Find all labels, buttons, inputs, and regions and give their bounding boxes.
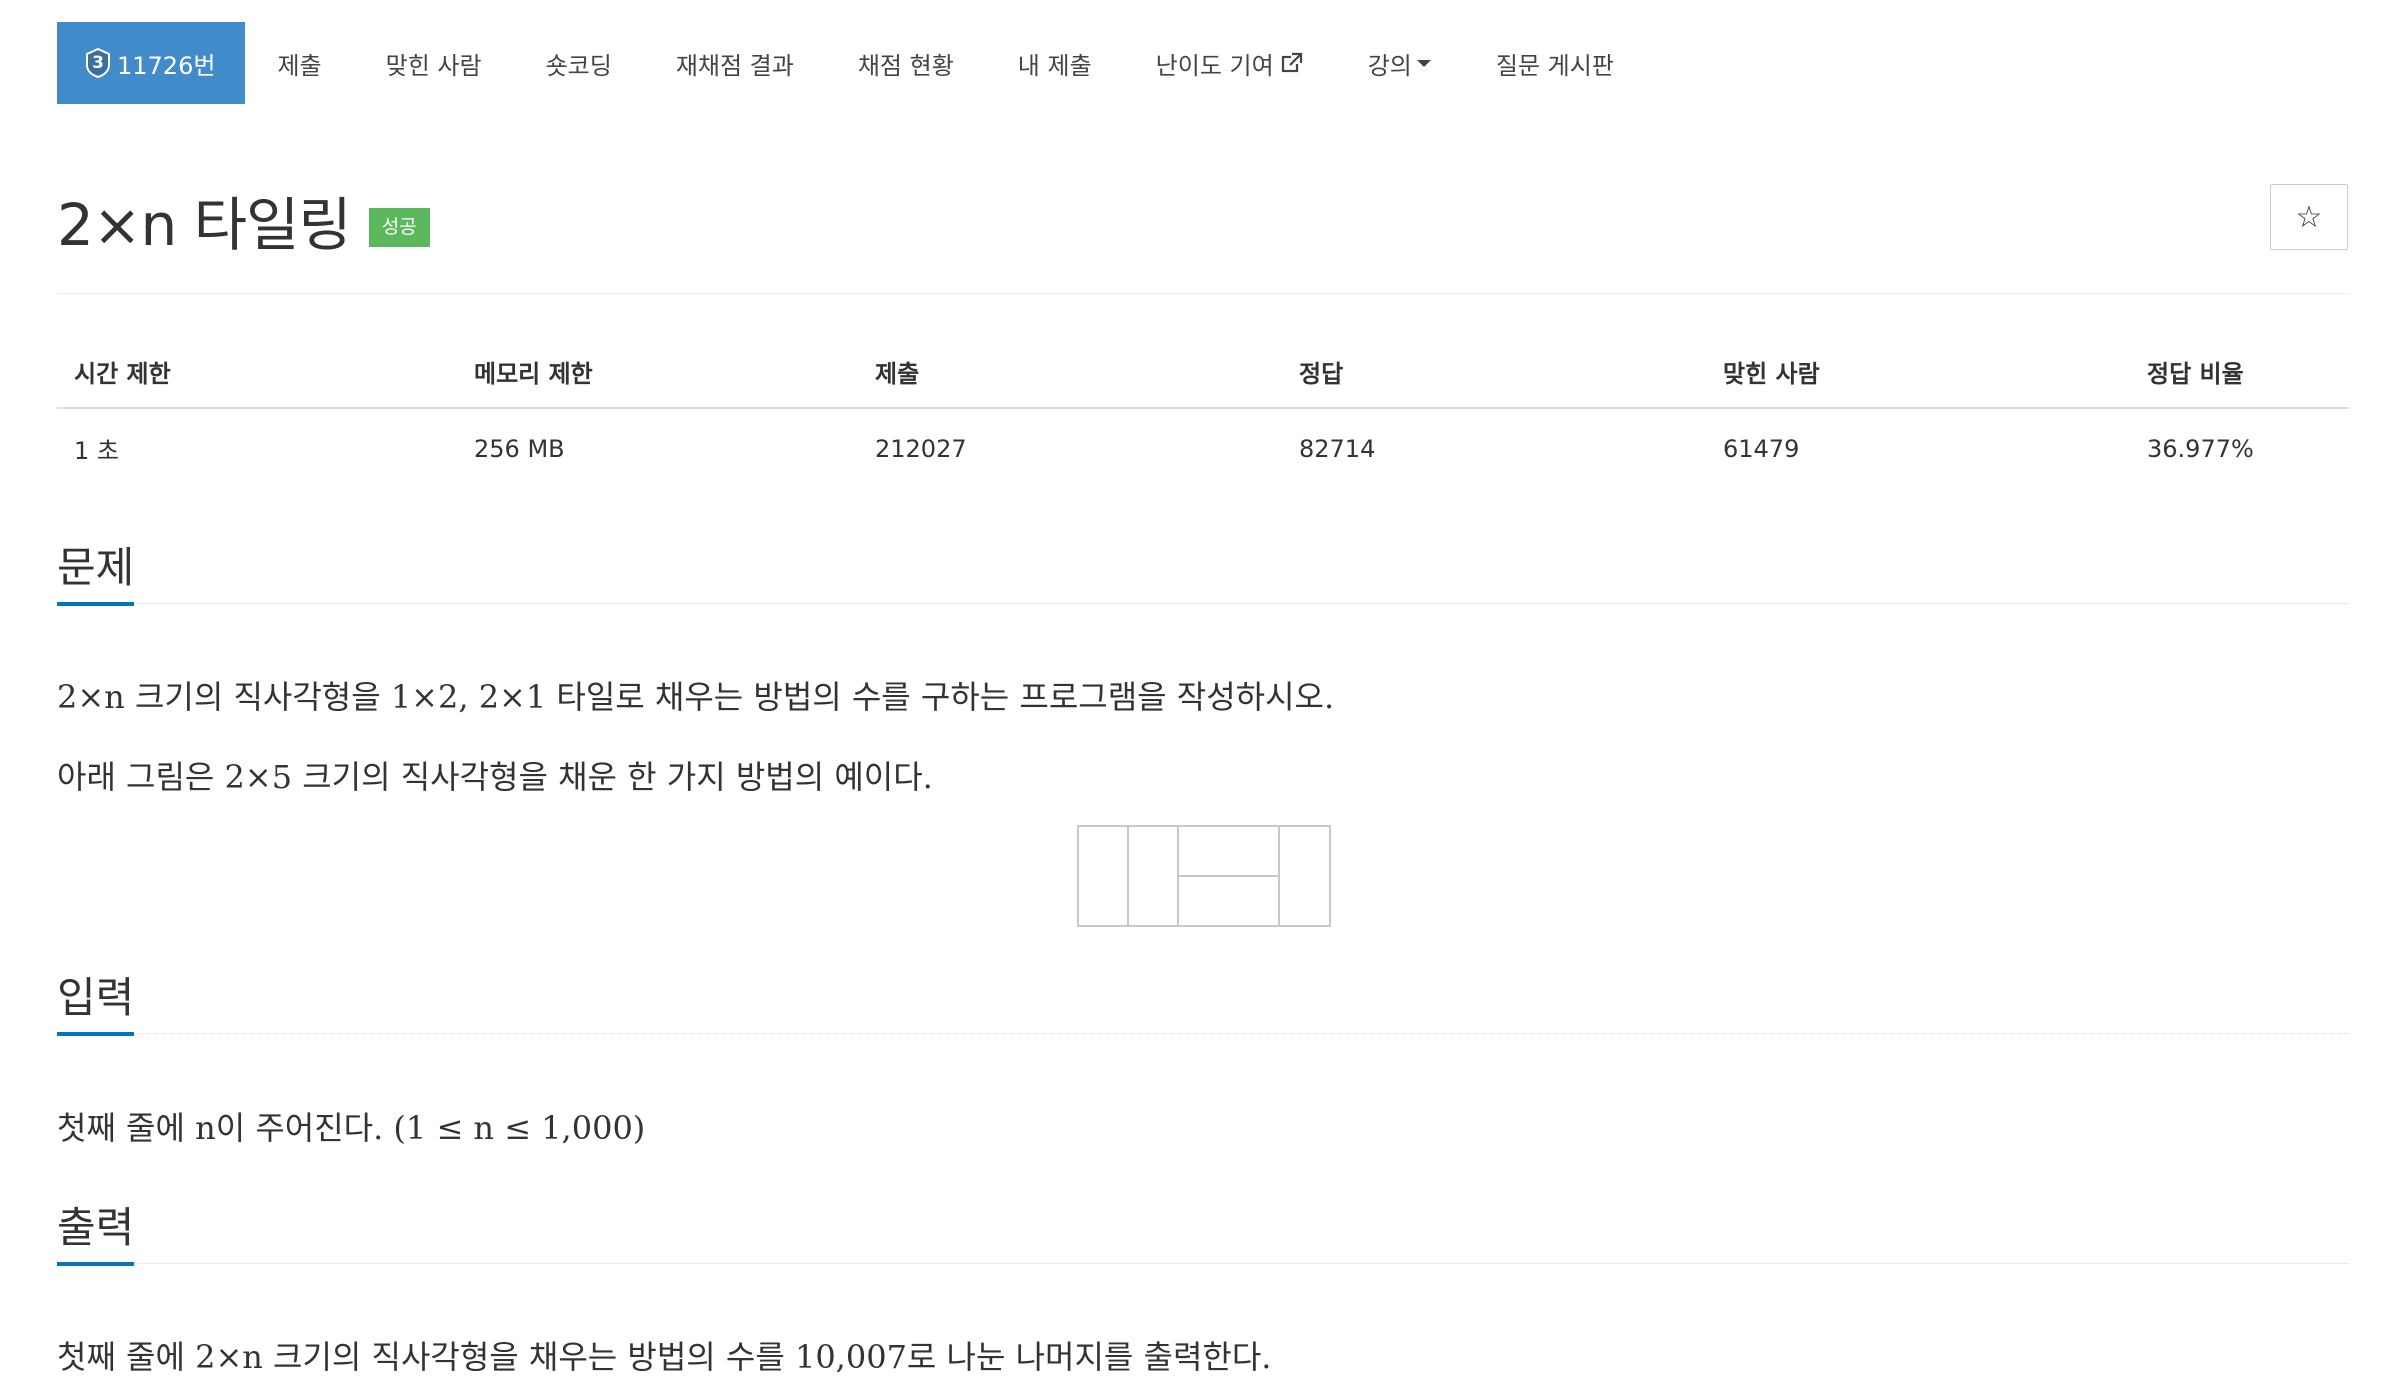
tab-difficulty-label: 난이도 기여 — [1155, 51, 1274, 80]
title-divider — [57, 293, 2349, 294]
heading-accent-bar — [57, 602, 134, 606]
tab-lectures-dropdown[interactable]: 강의 — [1336, 22, 1464, 104]
value-time-limit: 1 초 — [74, 437, 119, 465]
description-heading-text: 문제 — [57, 543, 135, 592]
star-icon: ☆ — [2295, 200, 2323, 234]
value-accepted: 82714 — [1299, 434, 1376, 463]
heading-accent-bar — [57, 1032, 134, 1036]
heading-divider — [57, 1263, 2349, 1264]
star-button[interactable]: ☆ — [2270, 184, 2348, 250]
caret-down-icon — [1416, 57, 1432, 69]
tab-lectures-label: 강의 — [1367, 51, 1412, 80]
value-submissions: 212027 — [875, 434, 967, 463]
heading-divider — [57, 603, 2349, 604]
heading-accent-bar — [57, 1262, 134, 1266]
tab-submit[interactable]: 제출 — [245, 22, 353, 104]
tab-shortcoding[interactable]: 숏코딩 — [514, 22, 644, 104]
problem-menu: 3 11726번 제출 맞힌 사람 숏코딩 재채점 결과 채점 현황 내 제출 … — [57, 22, 1646, 104]
problem-title-row: 2×n 타일링 성공 — [57, 178, 430, 262]
tab-solvers[interactable]: 맞힌 사람 — [354, 22, 514, 104]
external-link-icon — [1280, 51, 1304, 75]
table-row: 1 초 256 MB 212027 82714 61479 36.977% — [57, 408, 2349, 488]
heading-divider — [57, 1033, 2349, 1034]
tier-badge-icon: 3 — [85, 48, 111, 78]
description-line-1: 2×n 크기의 직사각형을 1×2, 2×1 타일로 채우는 방법의 수를 구하… — [57, 678, 1335, 716]
input-description: 첫째 줄에 n이 주어진다. (1 ≤ n ≤ 1,000) — [57, 1109, 646, 1147]
description-line-2: 아래 그림은 2×5 크기의 직사각형을 채운 한 가지 방법의 예이다. — [57, 758, 933, 796]
input-heading: 입력 — [57, 970, 2349, 1036]
tab-difficulty-contribution[interactable]: 난이도 기여 — [1124, 22, 1336, 104]
page-title: 2×n 타일링 — [57, 191, 352, 259]
value-solvers: 61479 — [1723, 434, 1800, 463]
header-time-limit: 시간 제한 — [57, 340, 457, 409]
table-header-row: 시간 제한 메모리 제한 제출 정답 맞힌 사람 정답 비율 — [57, 340, 2349, 409]
tab-rejudge-result[interactable]: 재채점 결과 — [644, 22, 826, 104]
description-heading: 문제 — [57, 540, 2349, 606]
tiling-example-image — [1077, 825, 1331, 927]
input-heading-text: 입력 — [57, 973, 135, 1022]
problem-info-table: 시간 제한 메모리 제한 제출 정답 맞힌 사람 정답 비율 1 초 256 M… — [57, 340, 2349, 488]
output-heading-text: 출력 — [57, 1203, 135, 1252]
tab-judge-status[interactable]: 채점 현황 — [826, 22, 986, 104]
value-memory-limit: 256 MB — [474, 434, 565, 463]
header-submissions: 제출 — [858, 340, 1282, 409]
value-accept-ratio: 36.977% — [2147, 434, 2254, 463]
header-solvers: 맞힌 사람 — [1706, 340, 2130, 409]
output-description: 첫째 줄에 2×n 크기의 직사각형을 채우는 방법의 수를 10,007로 나… — [57, 1338, 1272, 1376]
tab-problem-label: 11726번 — [117, 51, 216, 80]
header-accept-ratio: 정답 비율 — [2130, 340, 2349, 409]
header-accepted: 정답 — [1282, 340, 1706, 409]
status-badge: 성공 — [368, 207, 430, 247]
tab-my-submissions[interactable]: 내 제출 — [986, 22, 1124, 104]
tab-question-board[interactable]: 질문 게시판 — [1464, 22, 1646, 104]
header-memory-limit: 메모리 제한 — [457, 340, 858, 409]
output-heading: 출력 — [57, 1200, 2349, 1266]
tab-problem[interactable]: 3 11726번 — [57, 22, 246, 104]
